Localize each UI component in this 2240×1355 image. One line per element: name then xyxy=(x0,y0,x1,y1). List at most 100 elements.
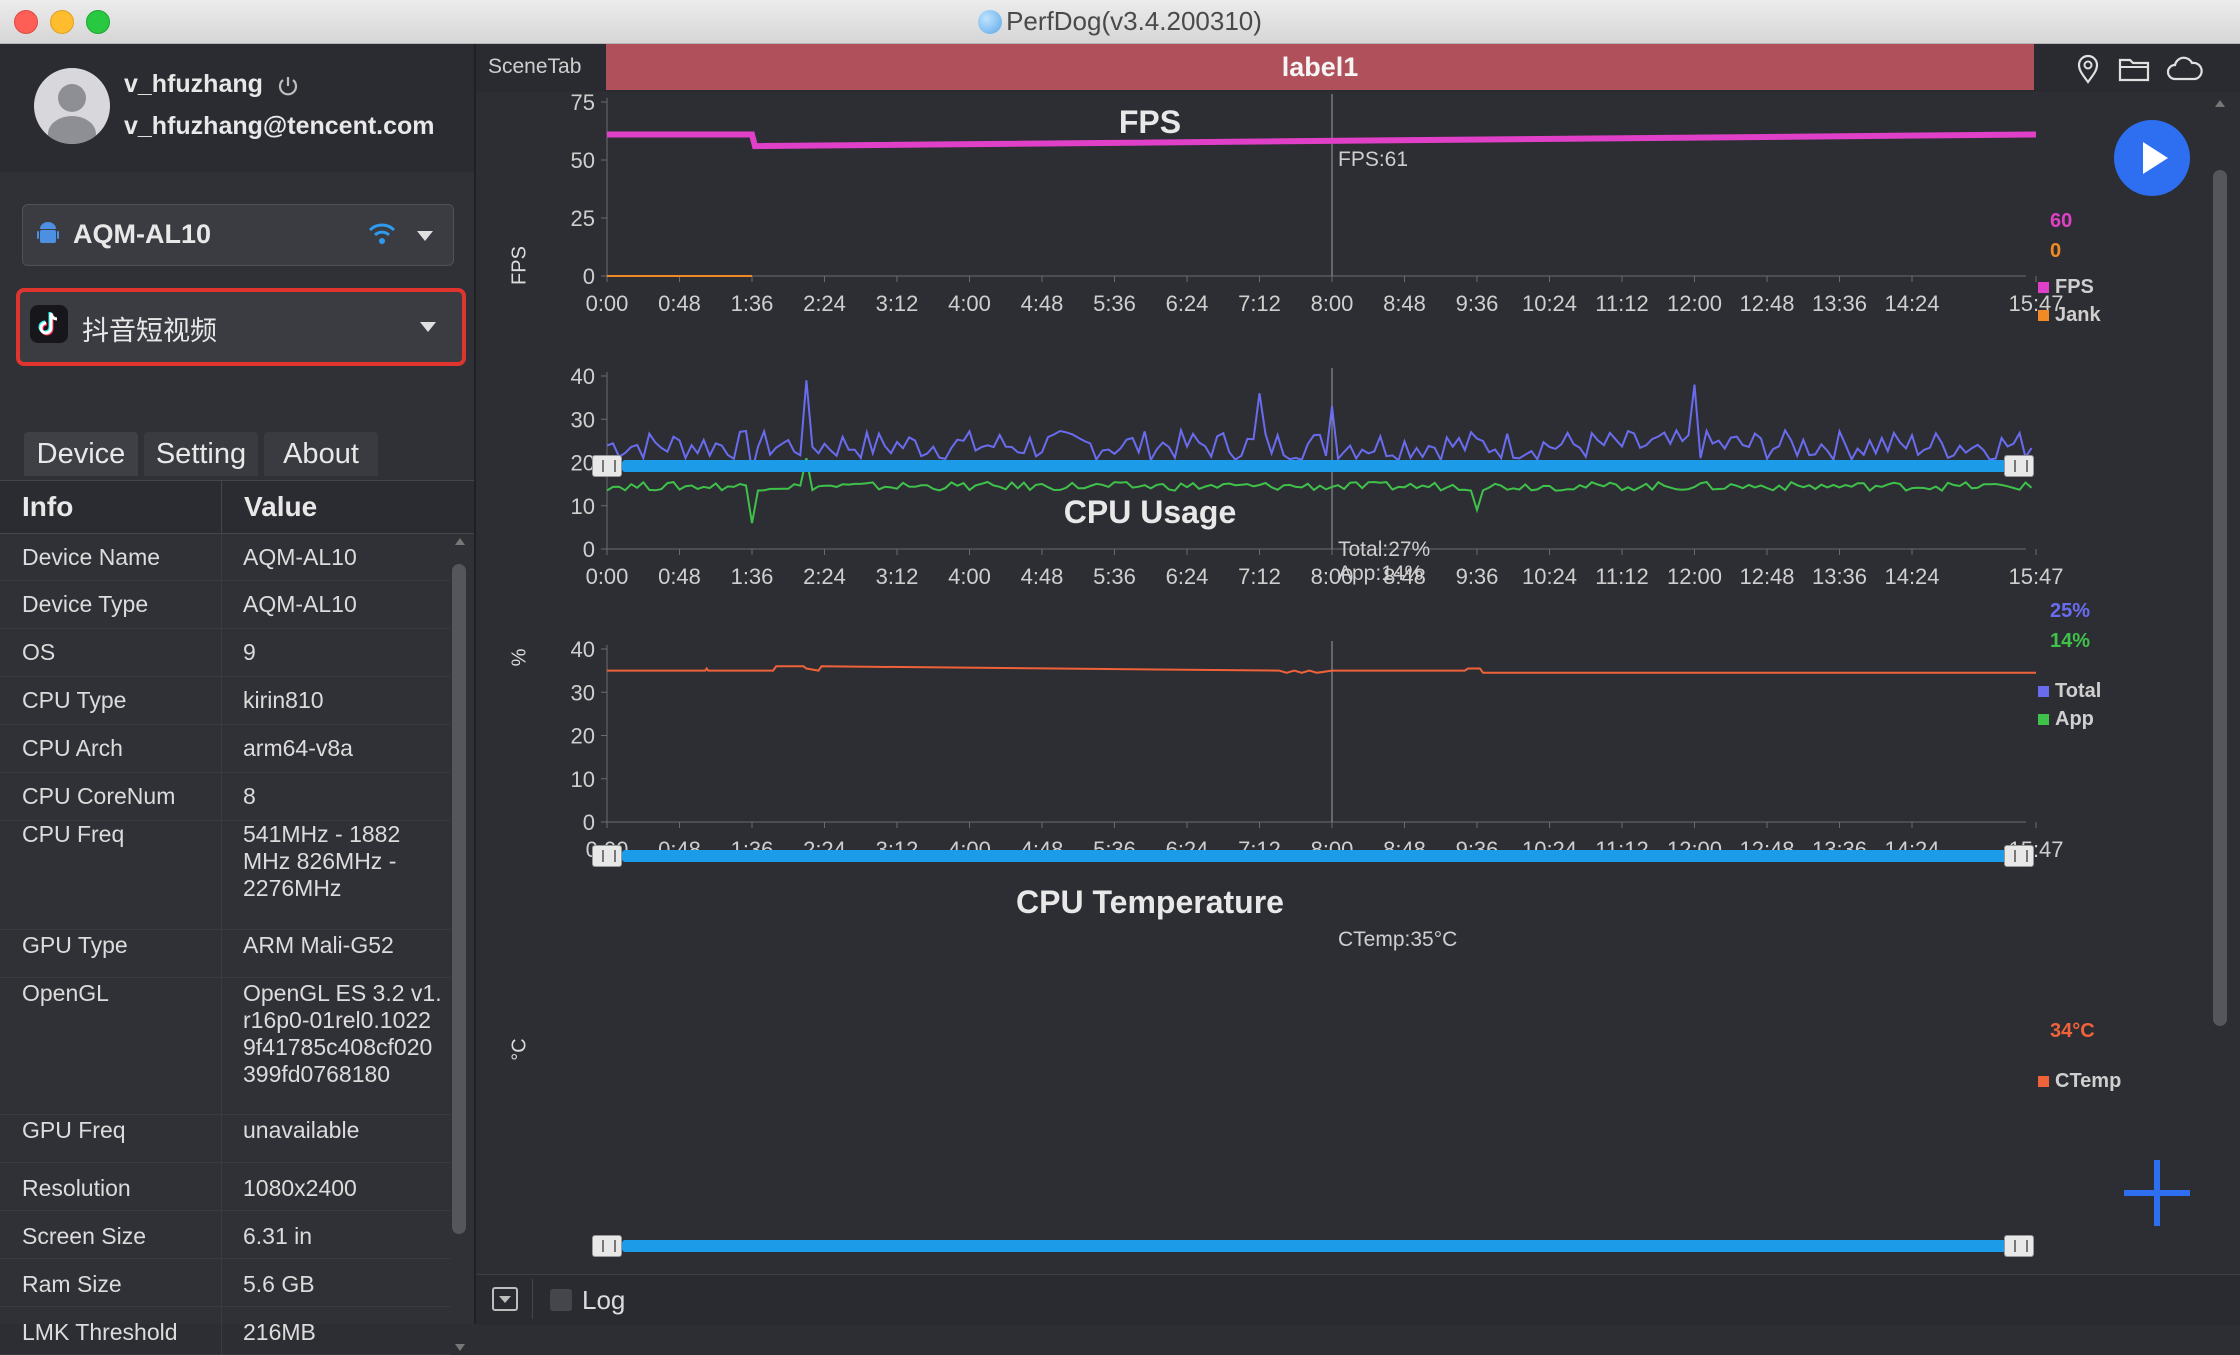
cpu-x-tick-label: 0:48 xyxy=(658,564,701,589)
cpu-y-tick-label: 0 xyxy=(583,537,595,562)
cpu-temp-chart-title: CPU Temperature xyxy=(1016,884,1284,920)
cpu-x-tick-label: 9:36 xyxy=(1456,564,1499,589)
cpu-x-tick-label: 1:36 xyxy=(731,564,774,589)
fps-x-tick-label: 4:48 xyxy=(1021,291,1064,316)
cpu-x-tick-label: 4:48 xyxy=(1021,564,1064,589)
table-row: CPU Freq 541MHz - 1882MHz 826MHz - 2276MH… xyxy=(0,821,450,930)
scrollbar-thumb[interactable] xyxy=(452,564,466,1234)
table-row: CPU Arch arm64-v8a xyxy=(0,725,450,773)
tab-setting[interactable]: Setting xyxy=(144,432,258,476)
app-select[interactable]: 抖音短视频 xyxy=(16,288,466,366)
legend-fps[interactable]: FPS xyxy=(2038,276,2094,299)
chevron-down-icon xyxy=(499,1296,511,1303)
fps-slider-end-handle[interactable] xyxy=(2004,455,2034,477)
scroll-down-icon[interactable] xyxy=(455,1344,465,1351)
fps-x-tick-label: 12:48 xyxy=(1739,291,1794,316)
fps-x-tick-label: 0:00 xyxy=(586,291,629,316)
fps-x-tick-label: 11:12 xyxy=(1595,291,1648,316)
device-select-value: AQM-AL10 xyxy=(73,219,212,249)
fps-y-axis-label: FPS xyxy=(508,246,531,285)
temp-y-tick-label: 20 xyxy=(571,724,595,749)
info-value: AQM-AL10 xyxy=(243,591,357,617)
cpu-x-tick-label: 12:00 xyxy=(1667,564,1722,589)
app-select-value: 抖音短视频 xyxy=(82,316,217,346)
bottom-divider xyxy=(532,1279,533,1319)
info-key: OpenGL xyxy=(22,980,109,1006)
username: v_hfuzhang xyxy=(124,70,263,98)
sidebar-scrollbar[interactable] xyxy=(452,538,466,1351)
info-value: 1080x2400 xyxy=(243,1175,357,1201)
chevron-down-icon xyxy=(417,231,433,241)
cpu-app-readout: App:14% xyxy=(1338,562,1424,585)
cpu-slider-end-handle[interactable] xyxy=(2004,845,2034,867)
tab-device[interactable]: Device xyxy=(24,432,138,476)
info-key: OS xyxy=(22,639,56,665)
info-value: 6.31 in xyxy=(243,1223,313,1249)
log-label: Log xyxy=(582,1285,626,1315)
legend-total[interactable]: Total xyxy=(2038,680,2101,703)
table-row: GPU Freq unavailable xyxy=(0,1115,450,1163)
legend-jank[interactable]: Jank xyxy=(2038,304,2101,327)
fps-x-tick-label: 0:48 xyxy=(658,291,701,316)
chevron-down-icon xyxy=(420,322,436,332)
info-value: 541MHz - 1882MHz 826MHz - 2276MHz xyxy=(243,821,401,901)
add-chart-button[interactable] xyxy=(2124,1160,2190,1226)
temp-y-tick-label: 10 xyxy=(571,767,595,792)
table-row: OpenGL OpenGL ES 3.2 v1.r16p0-01rel0.1022… xyxy=(0,978,450,1115)
cpu-x-tick-label: 13:36 xyxy=(1812,564,1867,589)
fps-x-tick-label: 3:12 xyxy=(876,291,919,316)
fps-x-tick-label: 8:00 xyxy=(1311,291,1354,316)
power-icon[interactable] xyxy=(276,74,300,98)
table-row: CPU Type kirin810 xyxy=(0,677,450,725)
fps-x-tick-label: 8:48 xyxy=(1383,291,1426,316)
temp-time-range-slider[interactable] xyxy=(622,1240,2026,1252)
scrollbar-thumb[interactable] xyxy=(2213,170,2227,1026)
value-column-header: Value xyxy=(244,491,318,522)
plus-icon xyxy=(2124,1160,2190,1226)
temp-slider-start-handle[interactable] xyxy=(592,1235,622,1257)
play-button[interactable] xyxy=(2114,120,2190,196)
fps-time-range-slider[interactable] xyxy=(622,460,2026,472)
log-checkbox[interactable] xyxy=(550,1289,572,1311)
info-value: 5.6 GB xyxy=(243,1271,315,1297)
legend-app[interactable]: App xyxy=(2038,708,2094,731)
total-current-value: 25% xyxy=(2050,600,2091,622)
cpu-x-tick-label: 10:24 xyxy=(1522,564,1577,589)
wifi-icon xyxy=(367,219,397,249)
app-current-value: 14% xyxy=(2050,630,2091,652)
cpu-slider-start-handle[interactable] xyxy=(592,845,622,867)
table-row: GPU Type ARM Mali-G52 xyxy=(0,930,450,978)
info-key: GPU Freq xyxy=(22,1117,126,1143)
info-key: LMK Threshold xyxy=(22,1319,178,1345)
fps-slider-start-handle[interactable] xyxy=(592,455,622,477)
legend-ctemp[interactable]: CTemp xyxy=(2038,1070,2121,1093)
info-value: 216MB xyxy=(243,1319,316,1345)
avatar[interactable] xyxy=(34,68,110,144)
cpu-x-tick-label: 11:12 xyxy=(1595,564,1648,589)
legend-jank-label: Jank xyxy=(2055,304,2101,326)
info-key: CPU CoreNum xyxy=(22,783,176,809)
scroll-up-icon[interactable] xyxy=(2215,100,2225,107)
info-value: arm64-v8a xyxy=(243,735,353,761)
cpu-x-tick-label: 3:12 xyxy=(876,564,919,589)
info-key: Device Name xyxy=(22,544,161,570)
collapse-panel-button[interactable] xyxy=(492,1287,518,1311)
main-scrollbar[interactable] xyxy=(2212,100,2228,1314)
info-key: CPU Freq xyxy=(22,821,125,847)
fps-cursor-readout: FPS:61 xyxy=(1338,148,1409,171)
table-row: CPU CoreNum 8 xyxy=(0,773,450,821)
temp-slider-end-handle[interactable] xyxy=(2004,1235,2034,1257)
fps-x-tick-label: 7:12 xyxy=(1238,291,1281,316)
info-key: Screen Size xyxy=(22,1223,147,1249)
jank-current-value: 0 xyxy=(2050,240,2062,262)
ctemp-current-value: 34°C xyxy=(2050,1020,2095,1042)
cpu-time-range-slider[interactable] xyxy=(622,850,2026,862)
cpu-x-tick-label: 2:24 xyxy=(803,564,846,589)
user-avatar-icon xyxy=(48,84,96,144)
info-value: OpenGL ES 3.2 v1.r16p0-01rel0.10229f4178… xyxy=(243,980,442,1087)
device-select[interactable]: AQM-AL10 xyxy=(22,204,454,266)
tab-about[interactable]: About xyxy=(264,432,378,476)
user-profile: v_hfuzhang v_hfuzhang@tencent.com xyxy=(0,44,474,172)
scroll-up-icon[interactable] xyxy=(455,538,465,545)
table-row: Ram Size 5.6 GB xyxy=(0,1259,450,1307)
